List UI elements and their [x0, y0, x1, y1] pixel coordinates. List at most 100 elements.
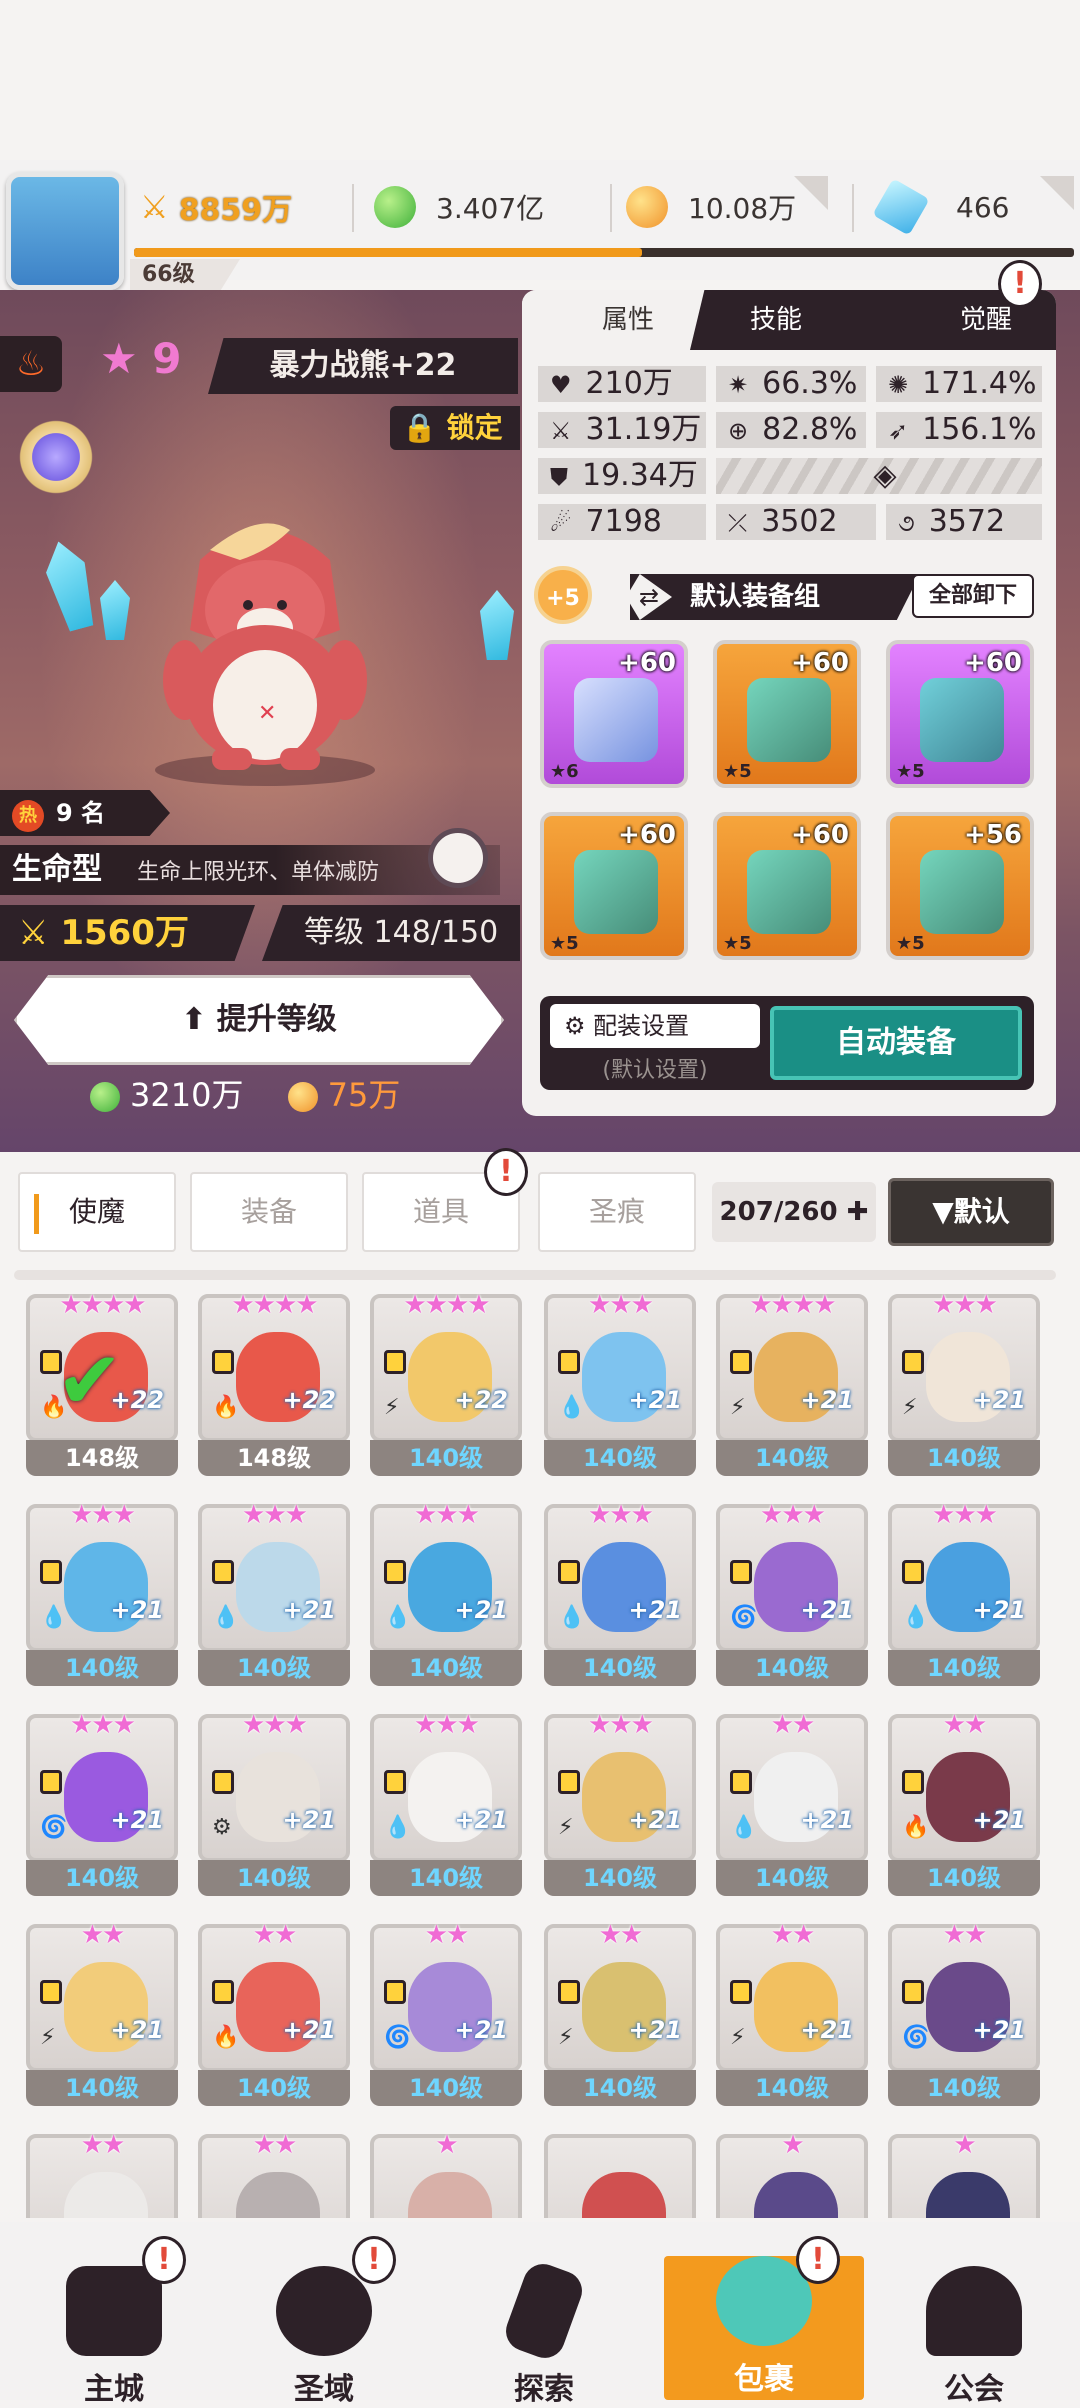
- familiar-card[interactable]: 💧 +21 ★★★ 140级: [198, 1500, 350, 1686]
- familiar-card[interactable]: 💧 +21 ★★★ 140级: [370, 1500, 522, 1686]
- upgrade-label: 提升等级: [216, 1002, 337, 1037]
- diamond-resource: 466: [872, 178, 1050, 236]
- equipment-enhance-badge[interactable]: +5: [534, 566, 592, 624]
- familiar-card[interactable]: ★: [370, 2130, 522, 2218]
- slot-level: +60: [964, 648, 1022, 678]
- stat-hp: ♥ 210万: [538, 366, 706, 402]
- familiar-level: 140级: [888, 1440, 1040, 1476]
- equipment-slot-belt[interactable]: +60 ★5: [540, 812, 688, 960]
- familiar-level: 140级: [544, 1650, 696, 1686]
- familiar-enhance-level: +21: [628, 2016, 682, 2044]
- familiar-stars: ★★: [770, 1920, 816, 1950]
- divider: [610, 184, 612, 232]
- familiar-card[interactable]: 🌀 +21 ★★ 140级: [888, 1920, 1040, 2106]
- equipment-slot-necklace[interactable]: +60 ★5: [713, 812, 861, 960]
- element-icon: 🔥: [212, 2025, 240, 2050]
- familiar-card[interactable]: ★★: [198, 2130, 350, 2218]
- familiar-stars: ★★★: [588, 1290, 654, 1320]
- lock-icon: 🔒: [402, 411, 437, 444]
- familiar-level: 140级: [544, 1440, 696, 1476]
- slash-icon: ⤫: [728, 509, 748, 537]
- lock-icon: [902, 1980, 924, 2004]
- familiar-card[interactable]: ⚡ +22 ★★★★ 140级: [370, 1290, 522, 1476]
- lock-icon: [384, 1980, 406, 2004]
- familiar-stars: ★★★: [242, 1500, 308, 1530]
- element-icon: ⚡: [384, 1395, 400, 1420]
- familiar-card[interactable]: 💧 +21 ★★★ 140级: [544, 1500, 696, 1686]
- familiar-card[interactable]: ⚡ +21 ★★ 140级: [716, 1920, 868, 2106]
- guild-helmet-icon: [926, 2266, 1022, 2356]
- equipment-slot-armor[interactable]: +60 ★5: [886, 640, 1034, 788]
- familiar-card[interactable]: 💧 +21 ★★ 140级: [716, 1710, 868, 1896]
- nav-guild[interactable]: 公会: [874, 2230, 1074, 2407]
- nav-label: 公会: [944, 2372, 1004, 2407]
- loadout-settings-button[interactable]: ⚙ 配装设置: [550, 1004, 760, 1048]
- familiar-stars: ★★★: [760, 1500, 826, 1530]
- familiar-enhance-level: +21: [800, 1386, 854, 1414]
- stat-speed: ➶ 156.1%: [876, 412, 1042, 448]
- tab-stigmata[interactable]: 圣痕: [538, 1172, 696, 1252]
- player-avatar[interactable]: [6, 172, 124, 290]
- familiar-card[interactable]: ⚡ +21 ★★★ 140级: [888, 1290, 1040, 1476]
- familiar-card[interactable]: ★: [716, 2130, 868, 2218]
- upgrade-level-button[interactable]: ⬆ 提升等级: [14, 975, 504, 1065]
- element-icon: 💧: [212, 1605, 240, 1630]
- crossed-swords-icon: ⚔: [140, 188, 169, 226]
- familiar-card[interactable]: ⚡ +21 ★★★ 140级: [544, 1710, 696, 1896]
- familiar-card[interactable]: 🔥 +21 ★★ 140级: [888, 1710, 1040, 1896]
- familiar-card[interactable]: [544, 2134, 696, 2218]
- familiar-card[interactable]: ⚙ +21 ★★★ 140级: [198, 1710, 350, 1896]
- unequip-all-button[interactable]: 全部卸下: [912, 574, 1034, 618]
- wing-icon: ➶: [888, 417, 909, 445]
- familiar-card[interactable]: 🔥 +22 ✔ ★★★★ 148级: [26, 1290, 178, 1476]
- familiar-card[interactable]: 🌀 +21 ★★★ 140级: [716, 1500, 868, 1686]
- element-icon: 🌀: [384, 2025, 412, 2050]
- power-value: 8859万: [178, 193, 293, 228]
- familiar-card[interactable]: ★: [888, 2130, 1040, 2218]
- familiar-card[interactable]: ⚡ +21 ★★ 140级: [26, 1920, 178, 2106]
- auto-equip-button[interactable]: 自动装备: [770, 1006, 1022, 1080]
- popularity-rank[interactable]: 热 9 名: [0, 790, 170, 836]
- equipment-group-selector[interactable]: 默认装备组: [630, 574, 920, 620]
- familiar-enhance-level: +21: [972, 2016, 1026, 2044]
- nav-inventory[interactable]: 包裹: [664, 2256, 864, 2400]
- hero-type-description: 生命上限光环、单体减防: [137, 860, 380, 885]
- shield-icon: ⛊: [550, 463, 568, 491]
- equipment-slot-weapon[interactable]: +60 ★6: [540, 640, 688, 788]
- familiar-card[interactable]: ★★: [26, 2130, 178, 2218]
- familiar-card[interactable]: 💧 +21 ★★★ 140级: [370, 1710, 522, 1896]
- familiar-card[interactable]: ⚡ +21 ★★ 140级: [544, 1920, 696, 2106]
- tab-attributes[interactable]: 属性: [522, 290, 690, 350]
- hero-character-bear[interactable]: ✕: [140, 510, 390, 790]
- tab-skills[interactable]: 技能: [690, 290, 870, 350]
- equipment-slot-boots[interactable]: +56 ★5: [886, 812, 1034, 960]
- familiar-card[interactable]: 💧 +21 ★★★ 140级: [544, 1290, 696, 1476]
- familiar-card[interactable]: 💧 +21 ★★★ 140级: [26, 1500, 178, 1686]
- weapon-type-icon[interactable]: [10, 420, 102, 494]
- stat-value: 3502: [761, 504, 838, 539]
- equipment-slot-helmet[interactable]: +60 ★5: [713, 640, 861, 788]
- familiar-card[interactable]: 🌀 +21 ★★ 140级: [370, 1920, 522, 2106]
- lock-toggle[interactable]: 🔒 锁定: [390, 406, 520, 450]
- sort-dropdown[interactable]: ▼默认: [888, 1178, 1054, 1246]
- tab-familiars[interactable]: 使魔: [18, 1172, 176, 1252]
- familiar-level: 140级: [544, 2070, 696, 2106]
- lock-icon: [384, 1770, 406, 1794]
- familiar-card[interactable]: 🔥 +22 ★★★★ 148级: [198, 1290, 350, 1476]
- familiar-card[interactable]: ⚡ +21 ★★★★ 140级: [716, 1290, 868, 1476]
- familiar-enhance-level: +21: [972, 1806, 1026, 1834]
- swirl-icon: ૭: [898, 509, 915, 537]
- familiar-card[interactable]: 💧 +21 ★★★ 140级: [888, 1500, 1040, 1686]
- inventory-capacity[interactable]: 207/260 ✚: [712, 1182, 876, 1242]
- tab-equipment[interactable]: 装备: [190, 1172, 348, 1252]
- nav-explore[interactable]: 探索: [444, 2230, 644, 2407]
- gear-icon: ⚙: [564, 1012, 594, 1040]
- familiar-level: 140级: [370, 1650, 522, 1686]
- hot-icon: 热: [12, 800, 44, 832]
- slot-level: +60: [791, 820, 849, 850]
- familiar-card[interactable]: 🔥 +21 ★★ 140级: [198, 1920, 350, 2106]
- swirl-skill-icon[interactable]: [428, 828, 488, 888]
- slot-stars: ★6: [550, 761, 579, 782]
- hero-type-label: 生命型: [12, 852, 102, 887]
- familiar-card[interactable]: 🌀 +21 ★★★ 140级: [26, 1710, 178, 1896]
